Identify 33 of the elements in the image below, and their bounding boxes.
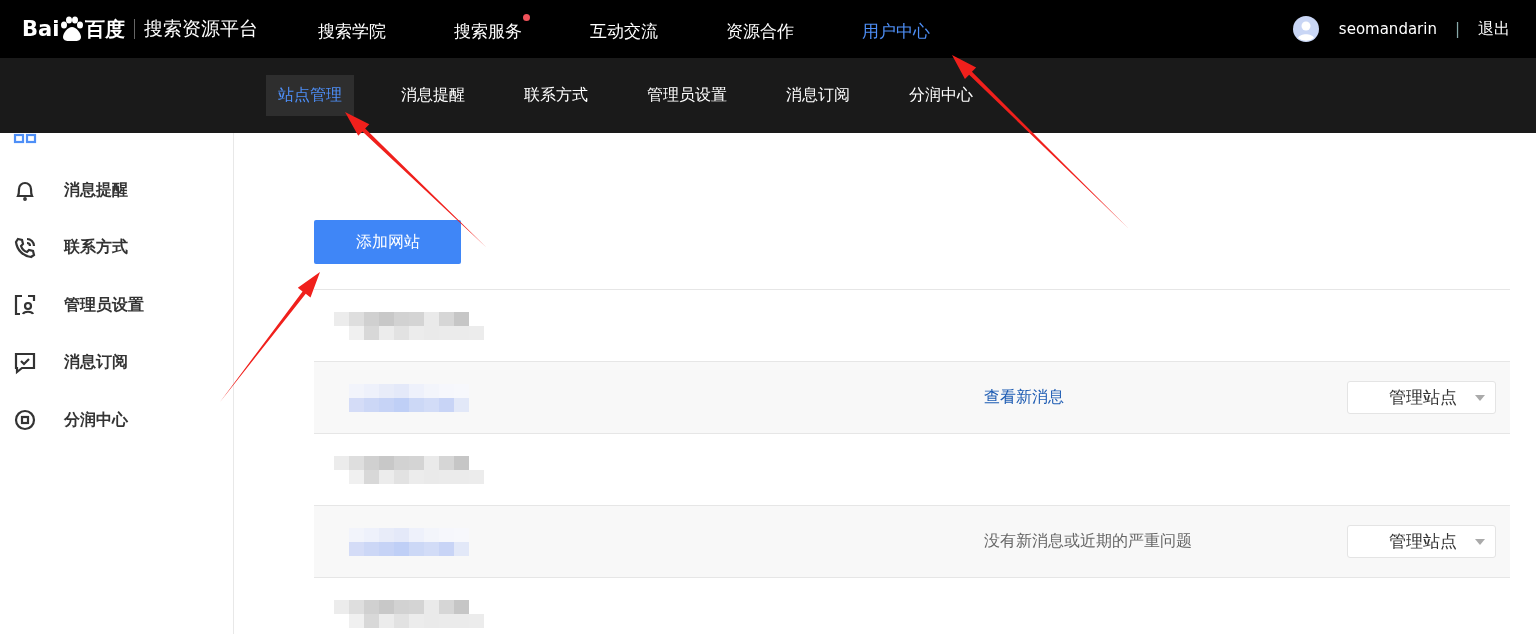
manage-site-dropdown[interactable]: 管理站点 xyxy=(1347,381,1496,414)
coin-icon xyxy=(13,408,37,433)
sidebar-item[interactable]: 联系方式 xyxy=(0,219,233,277)
sub-nav-tab[interactable]: 分润中心 xyxy=(897,75,985,116)
sidebar-item[interactable]: 分润中心 xyxy=(0,391,233,449)
sub-nav-tab[interactable]: 消息提醒 xyxy=(389,75,477,116)
sub-nav-tab[interactable]: 站点管理 xyxy=(266,75,354,116)
sidebar-item[interactable]: 管理员设置 xyxy=(0,276,233,334)
separator: | xyxy=(1454,20,1460,38)
avatar-icon[interactable] xyxy=(1292,16,1319,42)
sub-nav-tab[interactable]: 联系方式 xyxy=(512,75,600,116)
platform-title: 搜索资源平台 xyxy=(144,16,259,41)
add-site-button[interactable]: 添加网站 xyxy=(314,220,461,264)
manage-site-dropdown[interactable]: 管理站点 xyxy=(1347,525,1496,558)
logout-link[interactable]: 退出 xyxy=(1478,18,1510,40)
status-text: 没有新消息或近期的严重问题 xyxy=(984,531,1192,552)
nav-link[interactable]: 资源合作 xyxy=(726,13,803,45)
phone-icon xyxy=(13,235,37,260)
caret-icon xyxy=(1475,538,1485,545)
nav-link[interactable]: 搜索服务 xyxy=(454,13,531,45)
nav-link[interactable]: 用户中心 xyxy=(862,13,939,45)
sub-nav-tab[interactable]: 管理员设置 xyxy=(635,75,739,116)
sub-nav-tab[interactable]: 消息订阅 xyxy=(774,75,862,116)
sidebar-item[interactable]: 消息订阅 xyxy=(0,334,233,392)
caret-icon xyxy=(1475,394,1485,401)
username[interactable]: seomandarin xyxy=(1338,20,1437,38)
nav-link[interactable]: 搜索学院 xyxy=(318,13,395,45)
baidu-logo[interactable]: Bai 百度 xyxy=(22,15,126,43)
person-card-icon xyxy=(13,293,37,318)
messages-link[interactable]: 查看新消息 xyxy=(984,387,1064,408)
chat-check-icon xyxy=(13,350,37,375)
sidebar-item[interactable]: 消息提醒 xyxy=(0,161,233,219)
nav-link[interactable]: 互动交流 xyxy=(590,13,667,45)
